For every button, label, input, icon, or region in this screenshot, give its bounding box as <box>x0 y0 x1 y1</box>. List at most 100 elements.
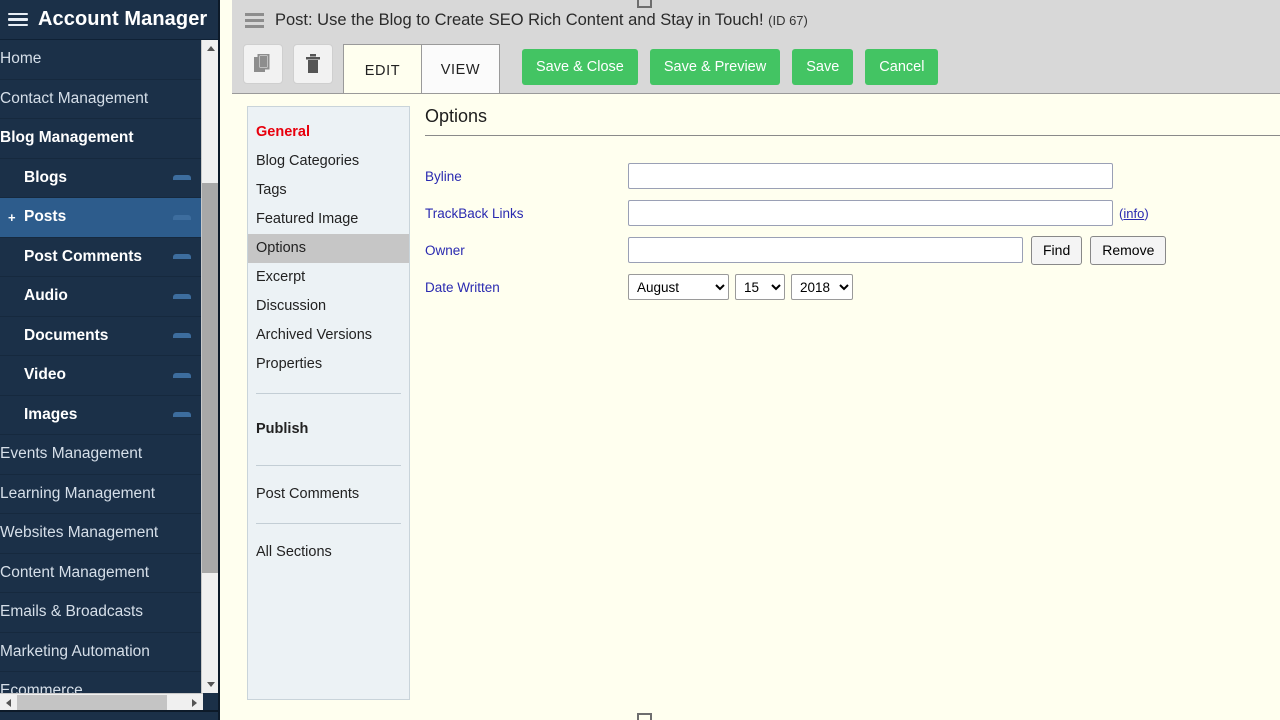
cancel-button[interactable]: Cancel <box>865 49 939 85</box>
sidebar-item-label: Marketing Automation <box>0 642 150 660</box>
sidebar-item-label: Documents <box>24 326 109 344</box>
save-and-close-button[interactable]: Save & Close <box>522 49 638 85</box>
sidebar-item-emails-broadcasts[interactable]: Emails & Broadcasts <box>0 593 203 633</box>
section-item-all-sections[interactable]: All Sections <box>248 538 409 567</box>
sidebar-vertical-scrollbar[interactable] <box>201 40 218 693</box>
owner-input[interactable] <box>628 237 1023 263</box>
horizontal-scroll-thumb[interactable] <box>17 695 167 710</box>
scroll-up-button[interactable] <box>202 40 218 57</box>
sidebar-item-learning-management[interactable]: Learning Management <box>0 475 203 514</box>
app-root: Account Manager Home Contact Management Bl… <box>0 0 1280 720</box>
date-year-select[interactable]: 20162017201820192020 <box>791 274 853 300</box>
pane-hamburger-icon[interactable] <box>245 12 264 28</box>
sidebar-item-images[interactable]: Images <box>0 396 203 435</box>
tab-edit[interactable]: EDIT <box>343 44 422 97</box>
find-owner-button[interactable]: Find <box>1031 235 1083 265</box>
tab-view[interactable]: VIEW <box>421 44 500 96</box>
sidebar-item-video[interactable]: Video <box>0 356 203 396</box>
sidebar-item-label: Post Comments <box>24 247 142 265</box>
main-sidebar: Account Manager Home Contact Management Bl… <box>0 0 220 720</box>
sidebar-item-home[interactable]: Home <box>0 40 203 80</box>
section-item-publish: Publish <box>256 421 309 437</box>
trackback-input[interactable] <box>628 200 1113 226</box>
sidebar-horizontal-scrollbar[interactable] <box>0 693 203 710</box>
sidebar-item-content-management[interactable]: Content Management <box>0 554 203 593</box>
byline-label: Byline <box>425 168 462 184</box>
collapse-dash-icon[interactable] <box>173 214 191 220</box>
date-written-label: Date Written <box>425 279 500 295</box>
date-day-select[interactable]: 1314151617 <box>735 274 785 300</box>
section-item-blog-categories[interactable]: Blog Categories <box>248 147 409 176</box>
section-item-featured-image[interactable]: Featured Image <box>248 205 409 234</box>
scroll-down-button[interactable] <box>202 676 218 693</box>
sidebar-header: Account Manager <box>0 0 218 40</box>
scroll-right-button[interactable] <box>186 694 203 711</box>
save-button[interactable]: Save <box>792 49 854 85</box>
sidebar-item-documents[interactable]: Documents <box>0 317 203 356</box>
delete-button[interactable] <box>293 44 333 84</box>
sidebar-item-contact-management[interactable]: Contact Management <box>0 80 203 119</box>
sidebar-item-label: Blog Management <box>0 129 134 147</box>
page-title-text: Post: Use the Blog to Create SEO Rich Co… <box>275 10 764 29</box>
remove-owner-button[interactable]: Remove <box>1090 235 1167 265</box>
trash-icon <box>306 54 320 73</box>
section-divider <box>256 393 401 394</box>
section-item-archived-versions[interactable]: Archived Versions <box>248 321 409 350</box>
sidebar-item-websites-management[interactable]: Websites Management <box>0 514 203 554</box>
section-item-excerpt[interactable]: Excerpt <box>248 263 409 292</box>
info-link[interactable]: info <box>1123 206 1144 221</box>
top-resize-handle[interactable] <box>637 0 652 8</box>
trackback-label: TrackBack Links <box>425 205 524 221</box>
section-item-general[interactable]: General <box>248 118 409 147</box>
collapse-dash-icon[interactable] <box>173 175 191 181</box>
app-title: Account Manager <box>38 8 208 30</box>
sidebar-item-label: Home <box>0 50 42 68</box>
sidebar-item-audio[interactable]: Audio <box>0 277 203 317</box>
collapse-dash-icon[interactable] <box>173 333 191 339</box>
section-item-properties[interactable]: Properties <box>248 350 409 379</box>
sidebar-item-events-management[interactable]: Events Management <box>0 435 203 475</box>
owner-row: Owner Find Remove <box>425 235 1270 265</box>
save-and-preview-button[interactable]: Save & Preview <box>649 49 781 85</box>
sidebar-bottom-strip <box>0 710 218 720</box>
sidebar-item-ecommerce[interactable]: Ecommerce <box>0 672 203 693</box>
sidebar-item-post-comments[interactable]: Post Comments <box>0 238 203 277</box>
page-id-label: (ID 67) <box>768 12 808 28</box>
section-item-post-comments[interactable]: Post Comments <box>248 480 409 509</box>
collapse-dash-icon[interactable] <box>173 293 191 299</box>
sidebar-item-label: Audio <box>24 287 68 305</box>
content-pane: Post: Use the Blog to Create SEO Rich Co… <box>232 0 1280 720</box>
byline-input[interactable] <box>628 163 1113 189</box>
sidebar-item-blogs[interactable]: Blogs <box>0 159 203 198</box>
sidebar-item-marketing-automation[interactable]: Marketing Automation <box>0 633 203 672</box>
sidebar-item-label: Learning Management <box>0 484 156 502</box>
sidebar-scroll-area: Home Contact Management Blog Management Blo… <box>0 40 203 693</box>
scroll-left-button[interactable] <box>0 694 17 711</box>
expand-icon[interactable]: + <box>8 210 16 225</box>
byline-row: Byline <box>425 162 1270 190</box>
section-item-discussion[interactable]: Discussion <box>248 292 409 321</box>
editor-content: General Blog Categories Tags Featured Image… <box>232 93 1280 720</box>
section-divider <box>256 523 401 524</box>
form-title-divider <box>425 135 1280 136</box>
hamburger-icon[interactable] <box>8 12 28 27</box>
section-item-tags[interactable]: Tags <box>248 176 409 205</box>
collapse-dash-icon[interactable] <box>173 254 191 260</box>
bottom-resize-handle[interactable] <box>637 713 652 720</box>
collapse-dash-icon[interactable] <box>173 372 191 378</box>
section-divider <box>256 465 401 466</box>
vertical-scroll-thumb[interactable] <box>202 183 218 573</box>
pane-topbar: Post: Use the Blog to Create SEO Rich Co… <box>232 0 1280 40</box>
editor-toolbar: EDIT VIEW Save & Close Save & Preview Sa… <box>232 40 1280 97</box>
collapse-dash-icon[interactable] <box>173 412 191 418</box>
sidebar-item-label: Blogs <box>24 168 68 186</box>
form-title: Options <box>425 106 488 126</box>
sidebar-item-blog-management[interactable]: Blog Management <box>0 119 203 159</box>
date-month-select[interactable]: JanuaryFebruaryMarchAprilMayJuneJulyAugu… <box>628 274 729 300</box>
options-form: Options Byline TrackBack Links (info) Ow… <box>425 106 1280 310</box>
copy-button[interactable] <box>243 44 283 84</box>
trackback-row: TrackBack Links (info) <box>425 199 1270 227</box>
sidebar-item-posts[interactable]: + Posts <box>0 198 203 238</box>
sidebar-item-label: Emails & Broadcasts <box>0 603 143 621</box>
section-item-options[interactable]: Options <box>248 234 409 263</box>
